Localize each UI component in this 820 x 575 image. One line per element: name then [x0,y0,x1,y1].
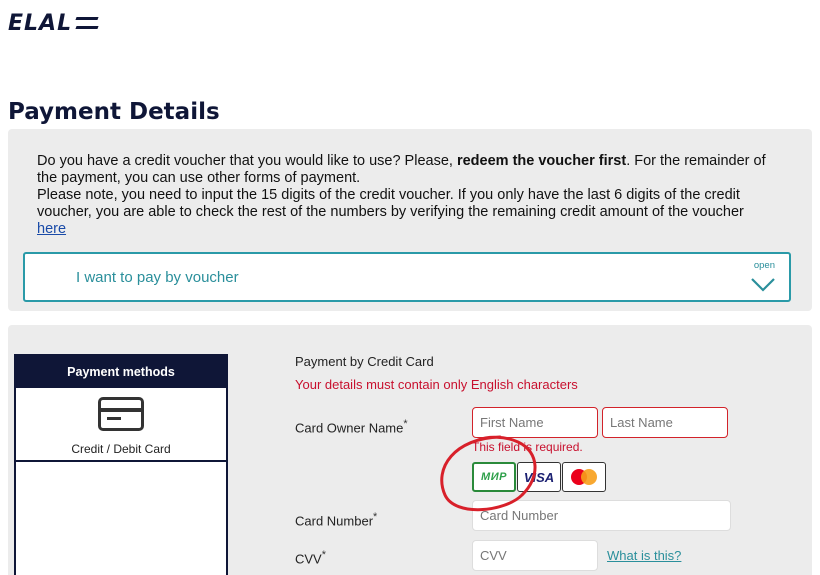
payment-methods-panel: Payment methods Credit / Debit Card [14,354,228,575]
voucher-text-part: Do you have a credit voucher that you wo… [37,153,457,169]
last-name-input[interactable] [602,407,728,438]
voucher-section: Do you have a credit voucher that you wo… [8,129,812,311]
visa-card-logo: VISA [517,462,561,492]
el-al-logo[interactable]: ELAL [8,10,98,36]
voucher-text-bold: redeem the voucher first [456,153,627,169]
pay-by-voucher-toggle[interactable]: I want to pay by voucher open [23,252,791,302]
mastercard-circles-icon [571,469,597,485]
chevron-down-icon [751,278,775,292]
voucher-note-text: Please note, you need to input the 15 di… [37,187,744,220]
mir-logo-text: МИР [481,471,507,483]
first-name-input[interactable] [472,407,598,438]
card-number-label: Card Number* [295,511,377,528]
card-number-label-text: Card Number [295,513,374,529]
voucher-info-text: Do you have a credit voucher that you wo… [37,153,787,238]
visa-logo-text: VISA [523,469,555,485]
payment-methods-header: Payment methods [16,356,226,388]
cvv-label-text: CVV [295,551,322,567]
english-characters-warning: Your details must contain only English c… [295,377,578,392]
credit-card-form-title: Payment by Credit Card [295,354,434,369]
required-marker: * [321,549,326,561]
required-marker: * [373,511,378,523]
payment-method-credit-card[interactable]: Credit / Debit Card [16,388,226,462]
logo-stripes-icon [76,16,98,30]
credit-card-icon [98,397,144,431]
what-is-this-link[interactable]: What is this? [607,548,681,563]
mir-card-logo: МИР [472,462,516,492]
toggle-state-label: open [753,260,775,271]
field-required-error: This field is required. [472,440,583,454]
mastercard-logo [562,462,606,492]
logo-wordmark: ELAL [8,10,73,36]
card-owner-label: Card Owner Name* [295,418,408,435]
page-title: Payment Details [8,99,220,125]
payment-method-label: Credit / Debit Card [71,442,171,456]
voucher-toggle-label: I want to pay by voucher [76,269,239,286]
card-owner-label-text: Card Owner Name [295,420,404,436]
card-number-input[interactable] [472,500,731,531]
here-link[interactable]: here [37,221,66,237]
cvv-input[interactable] [472,540,598,571]
required-marker: * [403,418,408,430]
cvv-label: CVV* [295,549,326,566]
